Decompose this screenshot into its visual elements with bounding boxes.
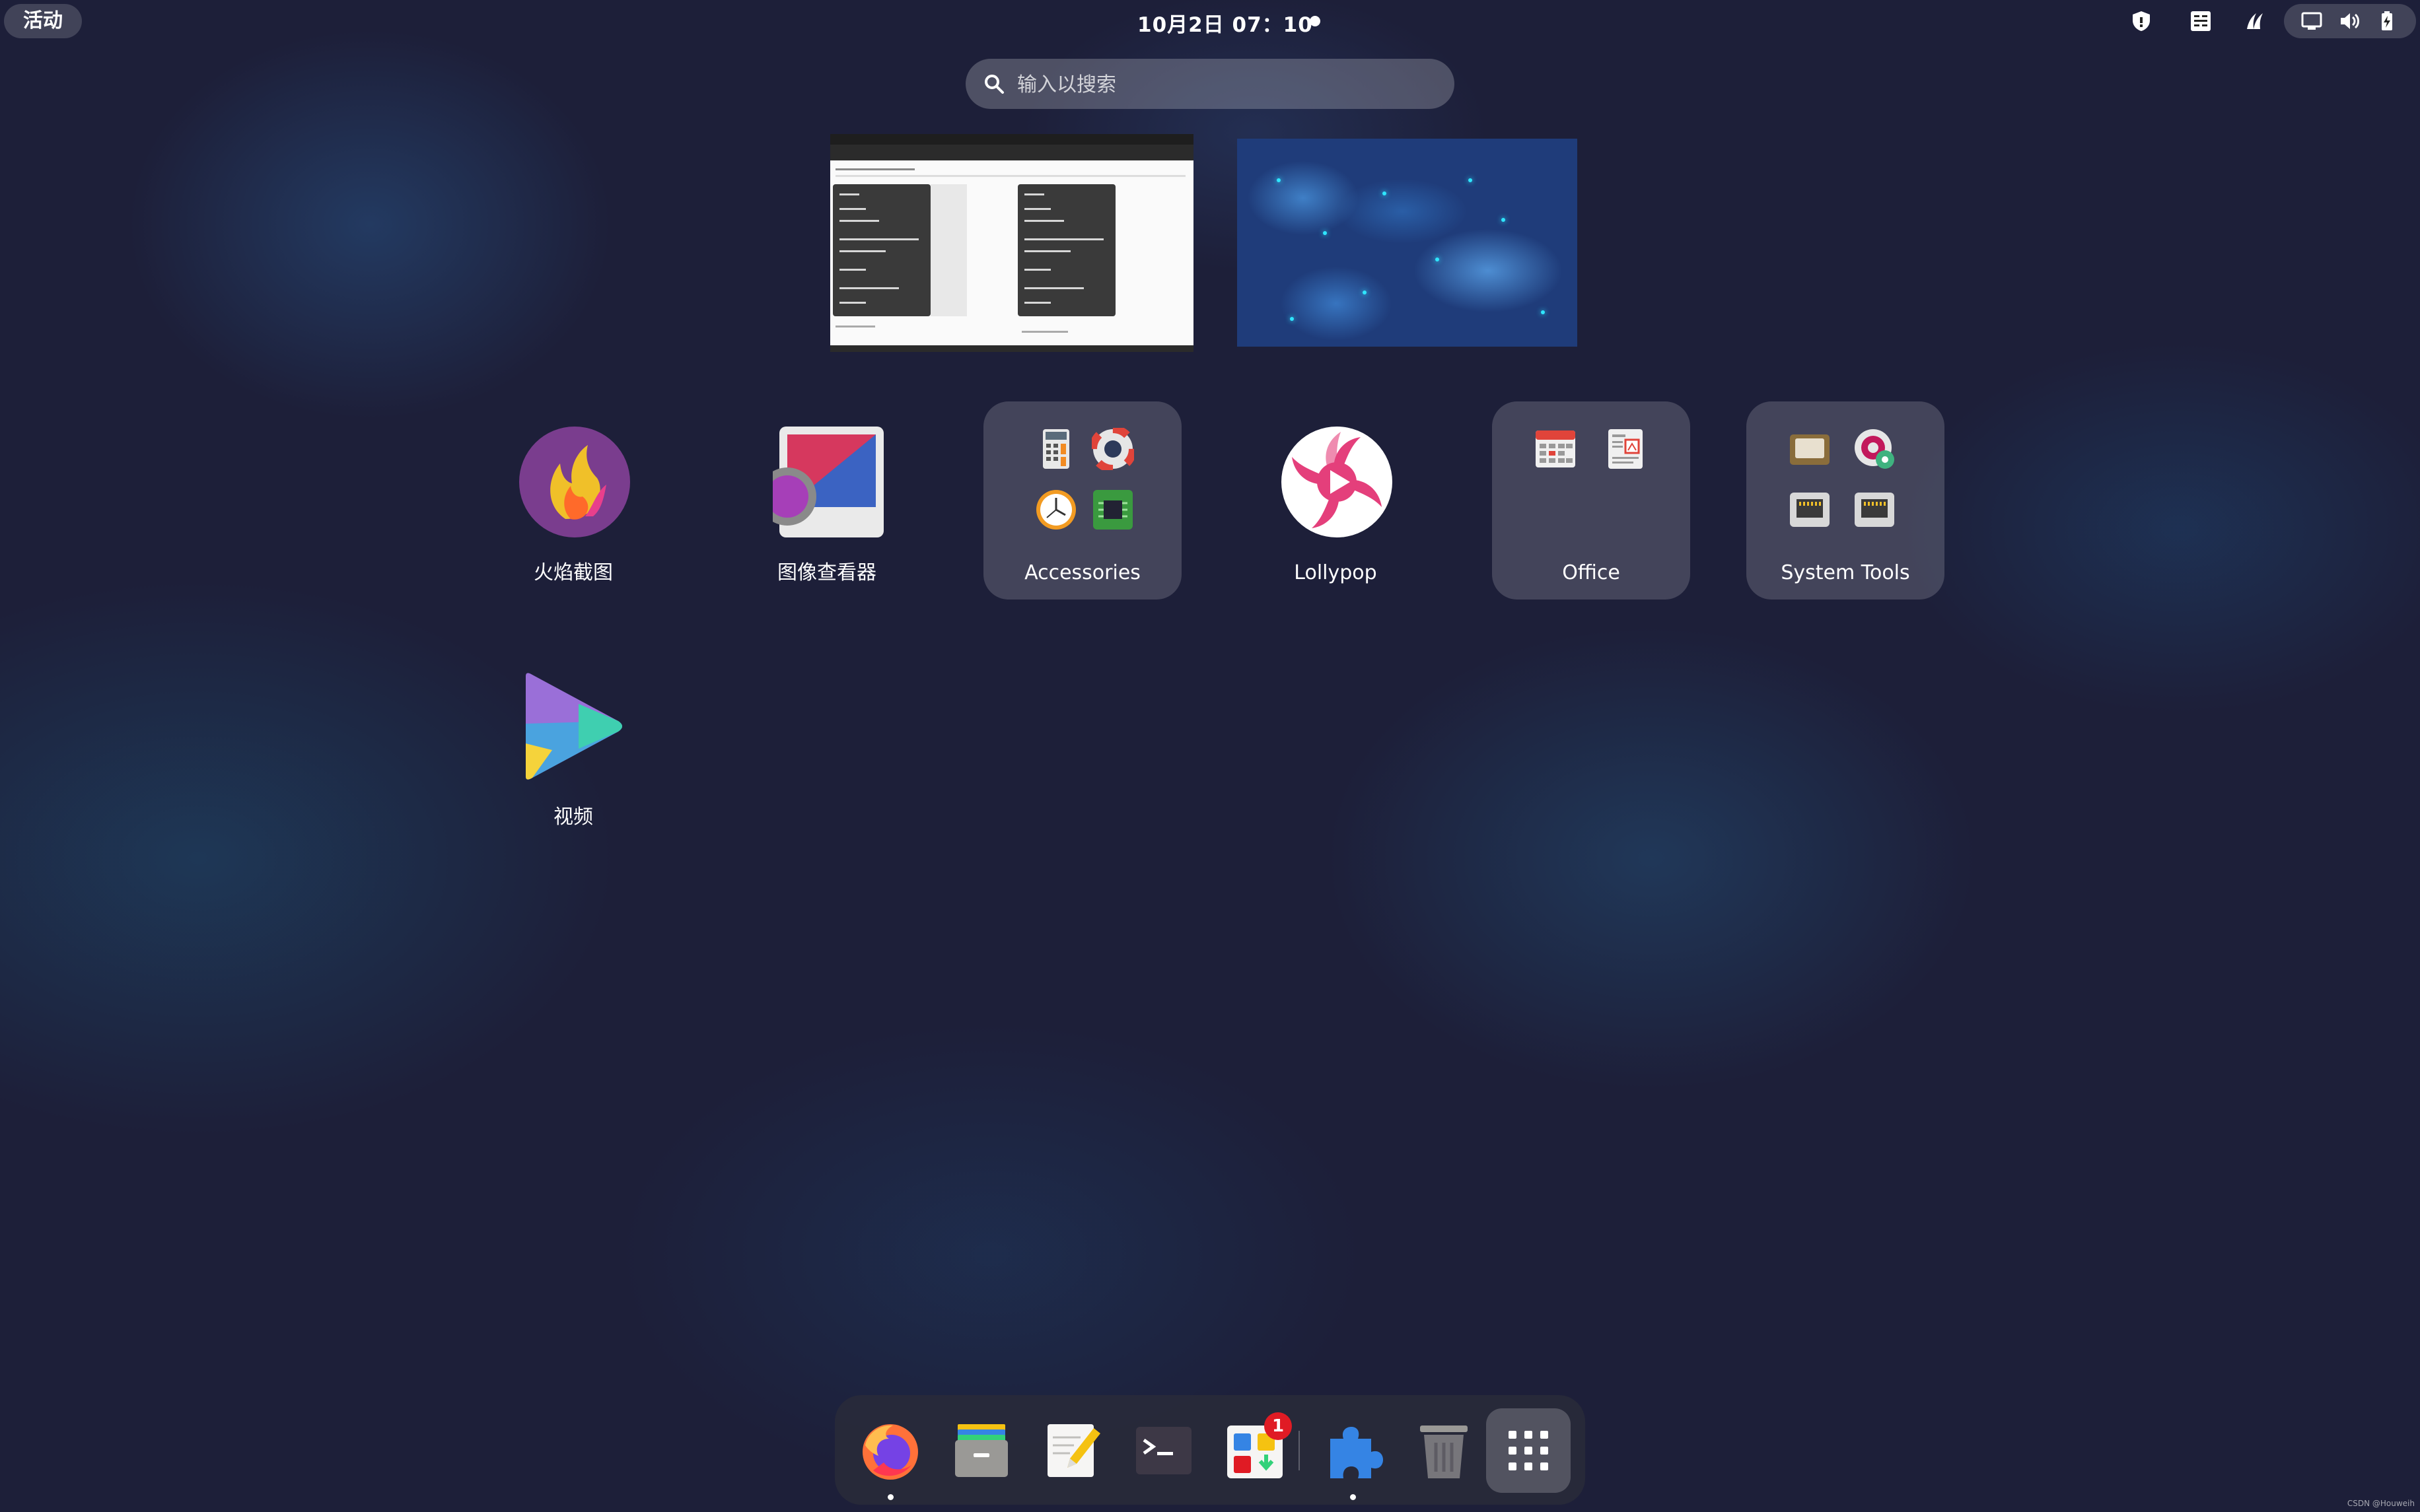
dock-extensions[interactable]	[1310, 1408, 1395, 1500]
files-icon	[955, 1424, 1008, 1477]
folder-system-tools[interactable]: System Tools	[1746, 401, 1944, 600]
activities-button[interactable]: 活动	[4, 4, 82, 38]
image-viewer-icon	[773, 427, 884, 537]
trash-icon	[1420, 1426, 1468, 1478]
app-label: 视频	[553, 806, 593, 829]
clock-icon	[1036, 490, 1076, 530]
disk-icon	[1790, 434, 1830, 465]
clock[interactable]: 10月2日 07：10	[1137, 8, 1313, 38]
window-tabs	[830, 134, 1193, 145]
dock-files[interactable]	[939, 1408, 1024, 1493]
lollypop-icon	[1281, 427, 1392, 537]
dock-firefox[interactable]	[848, 1408, 933, 1500]
keyboard-layout-icon[interactable]	[2189, 9, 2213, 33]
search-input[interactable]	[1016, 59, 1441, 110]
help-icon	[1092, 428, 1134, 470]
running-indicator	[888, 1494, 894, 1500]
extensions-icon	[1330, 1427, 1383, 1478]
app-label: 图像查看器	[777, 561, 876, 584]
top-bar: 活动 10月2日 07：10	[0, 0, 2420, 42]
app-lollypop[interactable]: Lollypop	[1236, 401, 1435, 600]
search-icon	[985, 75, 1004, 94]
app-flameshot[interactable]: 火焰截图	[474, 401, 672, 600]
folder-office[interactable]: Office	[1492, 401, 1690, 600]
calendar-icon	[1536, 430, 1575, 467]
desktop-wallpaper	[0, 0, 2420, 1512]
battery-icon	[2382, 11, 2392, 30]
app-label: 火焰截图	[534, 561, 613, 584]
folder-label: Accessories	[1024, 561, 1141, 584]
dock-software[interactable]: 1	[1213, 1408, 1297, 1493]
workspace-thumbnail-1[interactable]	[830, 134, 1193, 352]
search-bar[interactable]	[966, 59, 1454, 110]
network-icon	[1790, 493, 1830, 527]
volume-icon	[2341, 13, 2359, 29]
context-menu-preview	[1018, 184, 1116, 316]
app-videos[interactable]: 视频	[474, 646, 672, 844]
show-apps-button[interactable]	[1486, 1408, 1571, 1493]
system-monitor-icon	[1093, 490, 1133, 530]
firefox-icon	[863, 1424, 918, 1480]
folder-accessories[interactable]: Accessories	[983, 401, 1182, 600]
flameshot-icon	[519, 427, 630, 537]
dock: 1	[835, 1395, 1585, 1505]
calculator-icon	[1043, 429, 1069, 469]
network-icon	[1855, 493, 1894, 527]
update-count-badge: 1	[1264, 1412, 1292, 1440]
folder-label: System Tools	[1781, 561, 1910, 584]
app-label: Lollypop	[1294, 561, 1377, 584]
dock-text-editor[interactable]	[1030, 1408, 1115, 1493]
watermark: CSDN @Houweih	[2347, 1499, 2415, 1508]
show-apps-icon	[1509, 1431, 1548, 1470]
document-viewer-icon	[1608, 429, 1643, 469]
running-indicator	[1350, 1494, 1356, 1500]
videos-icon	[526, 673, 622, 780]
dock-terminal[interactable]	[1121, 1408, 1206, 1493]
context-menu-preview	[833, 184, 931, 316]
app-image-viewer[interactable]: 图像查看器	[728, 401, 926, 600]
text-editor-icon	[1048, 1424, 1100, 1477]
folder-label: Office	[1562, 561, 1620, 584]
dock-separator	[1299, 1431, 1300, 1470]
disk-usage-icon	[1855, 429, 1894, 469]
system-menu-button[interactable]	[2284, 4, 2416, 38]
network-wired-icon	[2301, 12, 2322, 30]
shield-icon[interactable]	[2129, 9, 2153, 33]
workspace-thumbnail-2[interactable]	[1237, 139, 1577, 347]
dock-trash[interactable]	[1402, 1408, 1486, 1493]
terminal-icon	[1136, 1427, 1192, 1474]
fcitx-icon[interactable]	[2242, 9, 2265, 33]
notification-dot-icon	[1310, 16, 1320, 26]
